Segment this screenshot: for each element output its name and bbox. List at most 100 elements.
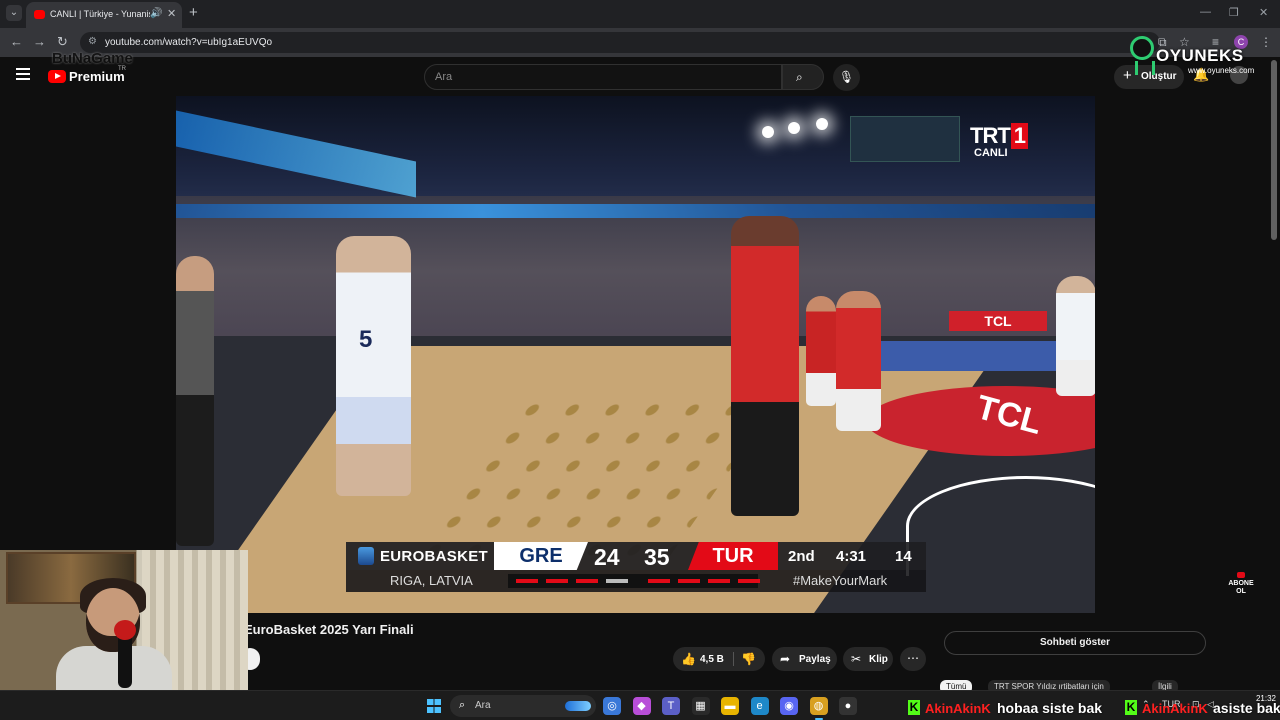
forward-icon[interactable]: → bbox=[33, 34, 46, 49]
streamer-webcam bbox=[0, 550, 248, 690]
share-button[interactable]: ➦ Paylaş bbox=[772, 647, 837, 671]
taskbar-search-input[interactable]: ⌕ Ara bbox=[450, 695, 596, 717]
chat-username: AkinAkinK bbox=[1142, 701, 1208, 716]
show-chat-button[interactable]: Sohbeti göster bbox=[944, 631, 1206, 655]
share-icon: ➦ bbox=[780, 652, 791, 666]
foul-indicator bbox=[606, 579, 628, 583]
voice-search-icon[interactable]: 🎙 bbox=[833, 64, 860, 91]
trt1-logo: TRT 1 bbox=[970, 123, 1029, 149]
greece-player-figure bbox=[336, 236, 411, 496]
foul-indicator bbox=[708, 579, 730, 583]
like-divider bbox=[733, 652, 734, 666]
turkey-player-figure bbox=[806, 296, 836, 406]
tab-title: CANLI | Türkiye - Yunanistan bbox=[50, 9, 150, 19]
subscribe-text-2: OL bbox=[1236, 588, 1246, 595]
colorful-app-icon[interactable]: ◆ bbox=[632, 697, 651, 715]
foul-indicator bbox=[516, 579, 538, 583]
youtube-favicon-icon bbox=[34, 10, 45, 19]
more-actions-icon[interactable]: ⋯ bbox=[900, 647, 926, 671]
scissors-icon: ✂ bbox=[851, 652, 862, 666]
video-title: EuroBasket 2025 Yarı Finali bbox=[244, 622, 414, 637]
bunagame-watermark: BuNaGame bbox=[52, 50, 133, 67]
discord-icon[interactable]: ◉ bbox=[780, 697, 798, 715]
search-input[interactable]: Ara bbox=[424, 64, 782, 90]
arena-light bbox=[788, 122, 800, 134]
like-icon[interactable]: 👍 bbox=[681, 652, 696, 666]
tab-audio-icon[interactable]: 🔊 bbox=[150, 8, 162, 19]
chrome-icon[interactable]: ◍ bbox=[809, 697, 828, 720]
url-text[interactable]: youtube.com/watch?v=ubIg1aEUVQo bbox=[105, 37, 272, 48]
like-dislike-group: 👍 4,5 B 👎 bbox=[673, 647, 765, 671]
chat-message: asiste bak bbox=[1213, 700, 1280, 716]
away-score: 35 bbox=[644, 544, 670, 570]
turkey-player-figure bbox=[836, 291, 881, 431]
site-info-icon[interactable]: ⚙ bbox=[88, 36, 97, 47]
copilot-icon[interactable]: ◎ bbox=[603, 697, 621, 715]
led-ribbon-board bbox=[176, 204, 1095, 218]
share-label: Paylaş bbox=[799, 654, 831, 665]
kick-icon: K bbox=[1125, 700, 1137, 715]
tab-search-button[interactable]: ⌄ bbox=[6, 5, 22, 21]
courtside-ad-board: TCL bbox=[949, 311, 1047, 331]
home-team: GRE bbox=[494, 542, 588, 570]
game-location: RIGA, LATVIA bbox=[390, 573, 473, 588]
scorebug-sub-row: RIGA, LATVIA #MakeYourMark bbox=[346, 570, 926, 592]
browser-menu-icon[interactable]: ⋮ bbox=[1260, 35, 1272, 49]
windows-start-icon[interactable] bbox=[427, 699, 441, 713]
like-count[interactable]: 4,5 B bbox=[700, 654, 724, 665]
turkey-player-figure bbox=[731, 216, 799, 516]
foul-indicator bbox=[738, 579, 760, 583]
arena-scoreboard bbox=[850, 116, 960, 162]
youtube-premium-logo[interactable]: Premium bbox=[69, 69, 125, 84]
team-fouls-bar bbox=[508, 574, 760, 588]
teams-icon[interactable]: T bbox=[662, 697, 680, 715]
menu-icon[interactable] bbox=[16, 68, 30, 80]
minimize-window-icon[interactable]: — bbox=[1200, 6, 1211, 18]
close-window-icon[interactable]: ✕ bbox=[1259, 6, 1268, 19]
reload-icon[interactable]: ↻ bbox=[57, 34, 68, 50]
tab-close-icon[interactable]: ✕ bbox=[167, 7, 176, 20]
file-explorer-icon[interactable]: ▬ bbox=[721, 697, 739, 715]
kick-icon: K bbox=[908, 700, 920, 715]
store-icon[interactable]: ▦ bbox=[691, 697, 710, 715]
chat-message: hobaa siste bak bbox=[997, 700, 1103, 716]
oyuneks-watermark: OYUNEKS www.oyuneks.com bbox=[1130, 36, 1254, 76]
taskbar-search-icon: ⌕ bbox=[459, 699, 466, 711]
foul-indicator bbox=[678, 579, 700, 583]
referee-figure bbox=[176, 256, 214, 546]
subscribe-icon bbox=[1237, 572, 1245, 578]
browser-toolbar: ← → ↻ ⚙ youtube.com/watch?v=ubIg1aEUVQo … bbox=[0, 28, 1280, 57]
home-score: 24 bbox=[594, 544, 620, 570]
maximize-window-icon[interactable]: ❐ bbox=[1229, 6, 1239, 19]
arena-light bbox=[762, 126, 774, 138]
youtube-logo-icon[interactable] bbox=[48, 70, 66, 83]
live-label: CANLI bbox=[974, 147, 1008, 159]
game-clock: 4:31 bbox=[836, 548, 867, 565]
search-highlight-icon bbox=[565, 701, 591, 711]
oyuneks-mascot-icon bbox=[1130, 36, 1155, 75]
scorebug: EUROBASKET GRE 24 35 TUR 2nd 4:31 14 RIG… bbox=[346, 542, 926, 594]
dislike-icon[interactable]: 👎 bbox=[741, 652, 756, 666]
subscribe-watermark[interactable]: ABONE OL bbox=[1226, 572, 1256, 596]
foul-indicator bbox=[648, 579, 670, 583]
eurobasket-trophy-icon bbox=[358, 547, 374, 565]
browser-tab-youtube[interactable]: CANLI | Türkiye - Yunanistan 🔊 ✕ bbox=[26, 2, 182, 28]
address-bar[interactable]: ⚙ youtube.com/watch?v=ubIg1aEUVQo bbox=[80, 32, 1160, 53]
search-placeholder: Ara bbox=[435, 71, 453, 83]
edge-icon[interactable]: e bbox=[750, 697, 769, 715]
clip-button[interactable]: ✂ Klip bbox=[843, 647, 893, 671]
back-icon[interactable]: ← bbox=[10, 34, 23, 49]
youtube-header: Premium TR BuNaGame Ara ⌕ 🎙 + Oluştur 🔔 bbox=[0, 50, 1280, 95]
competition-name: EUROBASKET bbox=[380, 548, 489, 565]
video-player[interactable]: TCL TCL 5 TRT 1 CANLI EUROBASKET GRE 24 3… bbox=[176, 96, 1095, 613]
browser-tab-bar: ⌄ CANLI | Türkiye - Yunanistan 🔊 ✕ + — ❐… bbox=[0, 0, 1280, 28]
search-button[interactable]: ⌕ bbox=[782, 64, 824, 90]
trt-text: TRT bbox=[970, 123, 1011, 148]
page-scrollbar[interactable] bbox=[1271, 60, 1277, 240]
foul-indicator bbox=[546, 579, 568, 583]
game-period: 2nd bbox=[788, 548, 815, 565]
jersey-number: 5 bbox=[359, 326, 373, 353]
new-tab-button[interactable]: + bbox=[189, 4, 198, 21]
obs-icon[interactable]: ● bbox=[839, 697, 857, 715]
arena-light bbox=[816, 118, 828, 130]
